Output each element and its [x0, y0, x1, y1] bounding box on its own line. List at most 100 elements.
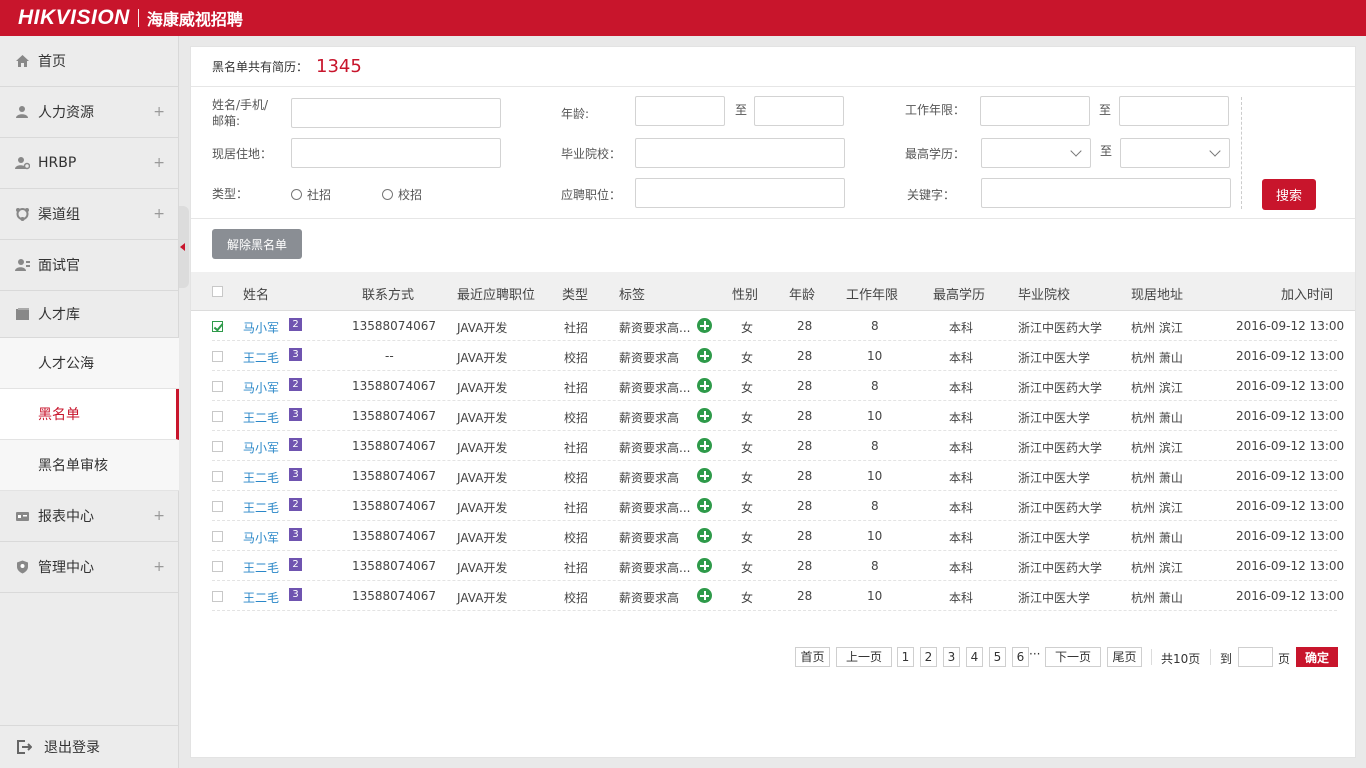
sidebar-item-interviewer[interactable]: 面试官 — [0, 240, 179, 291]
table-row[interactable]: 马小军 2 13588074067 JAVA开发 社招 薪资要求高... 女 28 8 本科 浙江中… — [212, 431, 1344, 461]
table-row[interactable]: 马小军 2 13588074067 JAVA开发 社招 薪资要求高... 女 28 8 本科 浙江中… — [212, 311, 1344, 341]
residence-input[interactable] — [291, 138, 501, 168]
add-tag-plus-icon[interactable] — [697, 558, 712, 573]
row-checkbox[interactable] — [212, 411, 223, 422]
row-checkbox[interactable] — [212, 561, 223, 572]
sidebar-item-hrbp[interactable]: HRBP + — [0, 138, 179, 189]
table-row[interactable]: 王二毛 3 13588074067 JAVA开发 校招 薪资要求高 女 28 10 本科 浙江中医大… — [212, 401, 1344, 431]
cell-position: JAVA开发 — [457, 471, 508, 485]
candidate-name-link[interactable]: 马小军 — [243, 379, 279, 396]
page-number-button[interactable]: 3 — [943, 647, 960, 667]
row-checkbox[interactable] — [212, 471, 223, 482]
add-tag-plus-icon[interactable] — [697, 438, 712, 453]
candidate-name-link[interactable]: 王二毛 — [243, 409, 279, 426]
expand-plus-icon[interactable]: + — [153, 206, 165, 222]
sidebar-item-talent-pool[interactable]: 人才库 — [0, 291, 179, 338]
sidebar-item-report-center[interactable]: 报表中心 + — [0, 491, 179, 542]
candidate-name-link[interactable]: 马小军 — [243, 319, 279, 336]
work-years-from-input[interactable] — [980, 96, 1090, 126]
sidebar-subitem-blacklist[interactable]: 黑名单 — [0, 389, 179, 440]
row-checkbox[interactable] — [212, 381, 223, 392]
table-row[interactable]: 王二毛 3 13588074067 JAVA开发 校招 薪资要求高 女 28 10 本科 浙江中医大… — [212, 461, 1344, 491]
name-phone-email-input[interactable] — [291, 98, 501, 128]
page-number-button[interactable]: 2 — [920, 647, 937, 667]
candidate-name-link[interactable]: 马小军 — [243, 439, 279, 456]
add-tag-plus-icon[interactable] — [697, 588, 712, 603]
expand-plus-icon[interactable]: + — [153, 155, 165, 171]
user-gear-icon — [14, 155, 30, 171]
cell-tag: 薪资要求高 — [619, 411, 680, 425]
table-row[interactable]: 马小军 3 13588074067 JAVA开发 校招 薪资要求高 女 28 10 本科 浙江中医大… — [212, 521, 1344, 551]
goto-page-input[interactable] — [1238, 647, 1273, 667]
page-first-button[interactable]: 首页 — [795, 647, 830, 667]
type-radio-social[interactable]: 社招 — [291, 186, 331, 203]
add-tag-plus-icon[interactable] — [697, 498, 712, 513]
work-years-to-input[interactable] — [1119, 96, 1229, 126]
table-row[interactable]: 王二毛 2 13588074067 JAVA开发 社招 薪资要求高... 女 28 8 本科 浙江中… — [212, 491, 1344, 521]
sidebar-item-label: 首页 — [38, 54, 66, 70]
add-tag-plus-icon[interactable] — [697, 528, 712, 543]
add-tag-plus-icon[interactable] — [697, 348, 712, 363]
sidebar-item-admin-center[interactable]: 管理中心 + — [0, 542, 179, 593]
candidate-name-link[interactable]: 王二毛 — [243, 349, 279, 366]
cell-address: 杭州 萧山 — [1131, 531, 1183, 545]
expand-plus-icon[interactable]: + — [153, 104, 165, 120]
table-row[interactable]: 王二毛 3 -- JAVA开发 校招 薪资要求高 女 28 10 本科 浙江中医大学 杭州 萧山 201… — [212, 341, 1344, 371]
age-to-label: 至 — [735, 103, 748, 117]
row-checkbox[interactable] — [212, 591, 223, 602]
sidebar-item-home[interactable]: 首页 — [0, 36, 179, 87]
position-input[interactable] — [635, 178, 845, 208]
page-number-button[interactable]: 4 — [966, 647, 983, 667]
page-next-button[interactable]: 下一页 — [1045, 647, 1101, 667]
goto-confirm-button[interactable]: 确定 — [1296, 647, 1338, 667]
education-from-select[interactable] — [981, 138, 1091, 168]
table-row[interactable]: 王二毛 3 13588074067 JAVA开发 校招 薪资要求高 女 28 10 本科 浙江中医大… — [212, 581, 1344, 611]
brand-logo[interactable]: HIKVISION — [18, 6, 130, 30]
keyword-input[interactable] — [981, 178, 1231, 208]
remove-blacklist-button[interactable]: 解除黑名单 — [212, 229, 302, 259]
cell-address: 杭州 萧山 — [1131, 471, 1183, 485]
candidate-name-link[interactable]: 王二毛 — [243, 589, 279, 606]
row-checkbox[interactable] — [212, 351, 223, 362]
expand-plus-icon[interactable]: + — [153, 559, 165, 575]
page-number-button[interactable]: 5 — [989, 647, 1006, 667]
cell-address: 杭州 萧山 — [1131, 411, 1183, 425]
row-checkbox[interactable] — [212, 441, 223, 452]
report-icon — [14, 508, 30, 524]
expand-plus-icon[interactable]: + — [153, 508, 165, 524]
page-prev-button[interactable]: 上一页 — [836, 647, 892, 667]
select-all-checkbox[interactable] — [212, 286, 223, 297]
add-tag-plus-icon[interactable] — [697, 318, 712, 333]
sidebar-collapse-toggle[interactable] — [179, 206, 189, 288]
sidebar-item-hr[interactable]: 人力资源 + — [0, 87, 179, 138]
school-input[interactable] — [635, 138, 845, 168]
candidate-name-link[interactable]: 马小军 — [243, 529, 279, 546]
page-number-button[interactable]: 1 — [897, 647, 914, 667]
col-tag: 标签 — [619, 288, 646, 303]
type-radio-campus[interactable]: 校招 — [382, 186, 422, 203]
education-to-select[interactable] — [1120, 138, 1230, 168]
row-checkbox[interactable] — [212, 501, 223, 512]
candidate-name-link[interactable]: 王二毛 — [243, 559, 279, 576]
logout-button[interactable]: 退出登录 — [0, 725, 179, 768]
candidate-name-link[interactable]: 王二毛 — [243, 499, 279, 516]
page-last-button[interactable]: 尾页 — [1107, 647, 1142, 667]
search-button[interactable]: 搜索 — [1262, 179, 1316, 210]
add-tag-plus-icon[interactable] — [697, 378, 712, 393]
page-number-button[interactable]: 6 — [1012, 647, 1029, 667]
sidebar-item-label: 管理中心 — [38, 560, 94, 576]
age-from-input[interactable] — [635, 96, 725, 126]
cell-education: 本科 — [949, 591, 974, 605]
row-checkbox[interactable] — [212, 321, 223, 332]
sidebar-subitem-blacklist-review[interactable]: 黑名单审核 — [0, 440, 179, 491]
cell-address: 杭州 滨江 — [1131, 381, 1183, 395]
candidate-name-link[interactable]: 王二毛 — [243, 469, 279, 486]
age-to-input[interactable] — [754, 96, 844, 126]
add-tag-plus-icon[interactable] — [697, 468, 712, 483]
sidebar-item-channel[interactable]: 渠道组 + — [0, 189, 179, 240]
table-row[interactable]: 马小军 2 13588074067 JAVA开发 社招 薪资要求高... 女 28 8 本科 浙江中… — [212, 371, 1344, 401]
sidebar-subitem-talent-sea[interactable]: 人才公海 — [0, 338, 179, 389]
row-checkbox[interactable] — [212, 531, 223, 542]
add-tag-plus-icon[interactable] — [697, 408, 712, 423]
table-row[interactable]: 王二毛 2 13588074067 JAVA开发 社招 薪资要求高... 女 28 8 本科 浙江中… — [212, 551, 1344, 581]
